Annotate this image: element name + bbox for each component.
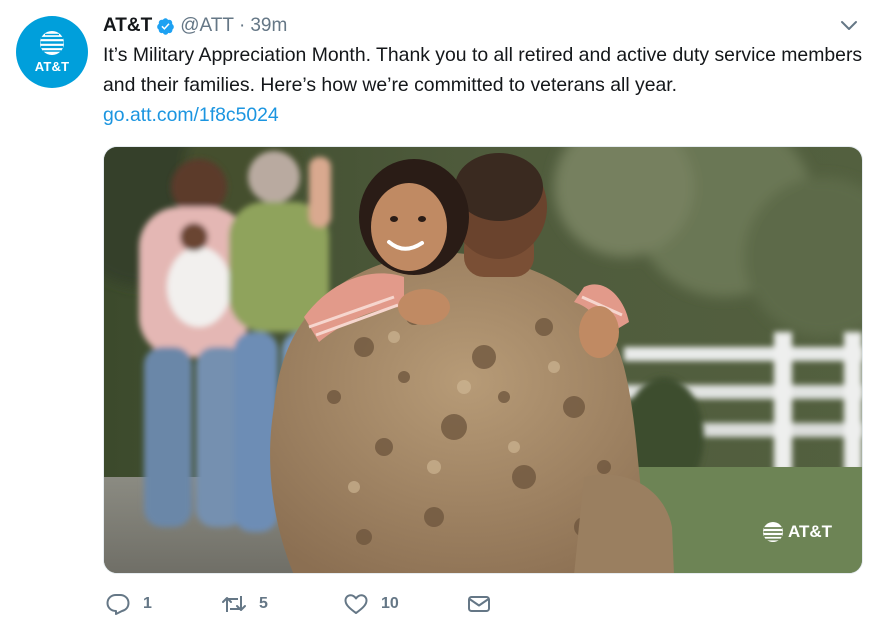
tweet-actions: 1 5 10 — [103, 592, 603, 620]
tweet-timestamp[interactable]: 39m — [250, 15, 287, 37]
watermark-text: AT&T — [787, 522, 832, 541]
retweet-icon — [222, 596, 246, 612]
chevron-down-icon[interactable] — [840, 20, 858, 32]
tweet-header: AT&T @ATT · 39m — [103, 14, 287, 38]
envelope-icon — [468, 596, 490, 612]
author-handle[interactable]: @ATT — [180, 15, 234, 37]
att-watermark: AT&T — [762, 521, 832, 543]
tweet-card[interactable]: AT&T AT&T @ATT · 39m It’s Military Appre… — [0, 0, 876, 632]
like-button[interactable]: 10 — [343, 592, 399, 616]
tweet-text: It’s Military Appreciation Month. Thank … — [103, 44, 863, 96]
avatar[interactable]: AT&T — [16, 16, 88, 88]
like-count: 10 — [381, 595, 399, 612]
att-globe-icon — [40, 31, 64, 55]
heart-icon — [344, 594, 368, 614]
reply-button[interactable]: 1 — [105, 592, 152, 616]
avatar-label: AT&T — [34, 59, 70, 74]
author-name[interactable]: AT&T — [103, 15, 152, 37]
retweet-button[interactable]: 5 — [221, 592, 268, 616]
photo-soldier-hugging-girl — [104, 147, 862, 573]
tweet-media-image[interactable]: AT&T — [103, 146, 863, 574]
reply-count: 1 — [143, 595, 152, 612]
reply-icon — [106, 594, 130, 615]
direct-message-button[interactable] — [466, 592, 492, 616]
verified-badge-icon — [157, 17, 175, 35]
att-globe-icon — [762, 522, 783, 542]
retweet-count: 5 — [259, 595, 268, 612]
separator-dot: · — [239, 15, 246, 36]
tweet-link[interactable]: go.att.com/1f8c5024 — [103, 100, 279, 130]
